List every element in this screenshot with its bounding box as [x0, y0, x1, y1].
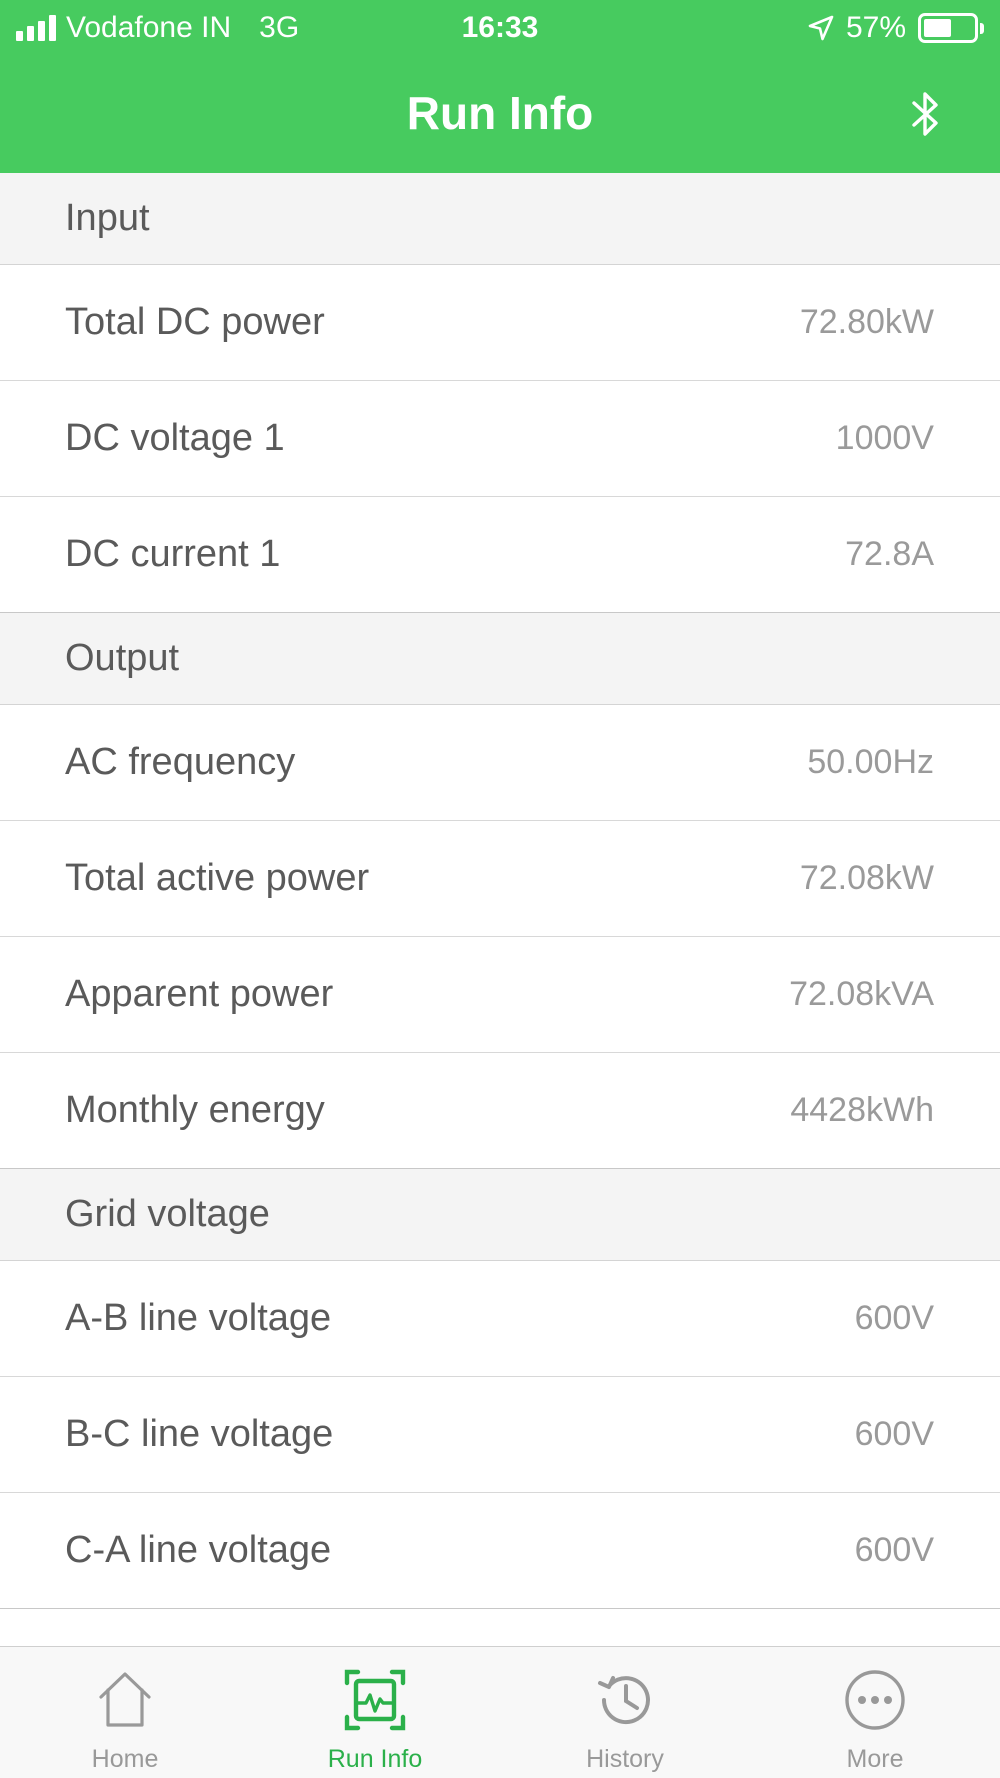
tab-history[interactable]: History [500, 1647, 750, 1778]
info-row-value: 4428kWh [790, 1091, 934, 1129]
section-header: Output [0, 613, 1000, 705]
status-right: 57% [808, 10, 984, 46]
section-header: Input [0, 173, 1000, 265]
tab-bar: Home Run Info History More [0, 1646, 1000, 1778]
info-row-label: Apparent power [65, 973, 334, 1015]
location-arrow-icon [808, 15, 834, 41]
info-row-label: B-C line voltage [65, 1413, 334, 1455]
info-row-label: DC voltage 1 [65, 417, 285, 459]
tab-label: More [846, 1745, 904, 1773]
info-row-label: C-A line voltage [65, 1529, 332, 1571]
run-info-icon [344, 1669, 406, 1731]
tab-home[interactable]: Home [0, 1647, 250, 1778]
more-icon [845, 1670, 905, 1730]
info-row-value: 50.00Hz [807, 743, 934, 781]
section-header: Grid voltage [0, 1169, 1000, 1261]
battery-percent: 57% [845, 11, 906, 44]
info-row-value: 72.80kW [799, 303, 934, 341]
bluetooth-icon [912, 92, 938, 136]
info-row: B-C line voltage 600V [0, 1377, 1000, 1493]
home-icon [99, 1672, 151, 1727]
info-row: C-A line voltage 600V [0, 1493, 1000, 1609]
tab-run-info[interactable]: Run Info [250, 1647, 500, 1778]
tab-more[interactable]: More [750, 1647, 1000, 1778]
info-row-value: 72.08kW [799, 859, 934, 897]
info-row: DC voltage 1 1000V [0, 381, 1000, 497]
info-row-value: 72.8A [845, 535, 934, 573]
info-row: DC current 1 72.8A [0, 497, 1000, 613]
bluetooth-button[interactable] [898, 86, 954, 142]
status-bar: Vodafone IN 3G 16:33 57% [0, 0, 1000, 56]
info-row-value: 600V [854, 1531, 934, 1569]
tab-label: Run Info [327, 1745, 423, 1773]
info-row: Total DC power 72.80kW [0, 265, 1000, 381]
info-row-label: A-B line voltage [65, 1297, 332, 1339]
tab-label: Home [91, 1745, 159, 1773]
info-row: Apparent power 72.08kVA [0, 937, 1000, 1053]
header: Vodafone IN 3G 16:33 57% Run Info [0, 0, 1000, 173]
page-title: Run Info [406, 87, 594, 139]
info-row-value: 600V [854, 1415, 934, 1453]
run-info-list[interactable]: Input Total DC power 72.80kW DC voltage 1 10… [0, 173, 1000, 1609]
info-row-label: AC frequency [65, 741, 296, 783]
info-row: AC frequency 50.00Hz [0, 705, 1000, 821]
info-row: Monthly energy 4428kWh [0, 1053, 1000, 1169]
history-icon [598, 1676, 650, 1725]
info-row-label: DC current 1 [65, 533, 281, 575]
info-row: Total active power 72.08kW [0, 821, 1000, 937]
info-row-label: Monthly energy [65, 1089, 325, 1131]
info-row: A-B line voltage 600V [0, 1261, 1000, 1377]
tab-label: History [586, 1745, 664, 1773]
info-row-label: Total active power [65, 857, 370, 899]
battery-icon [918, 13, 984, 43]
info-row-label: Total DC power [65, 301, 325, 343]
info-row-value: 72.08kVA [789, 975, 934, 1013]
info-row-value: 600V [854, 1299, 934, 1337]
info-row-value: 1000V [835, 419, 934, 457]
